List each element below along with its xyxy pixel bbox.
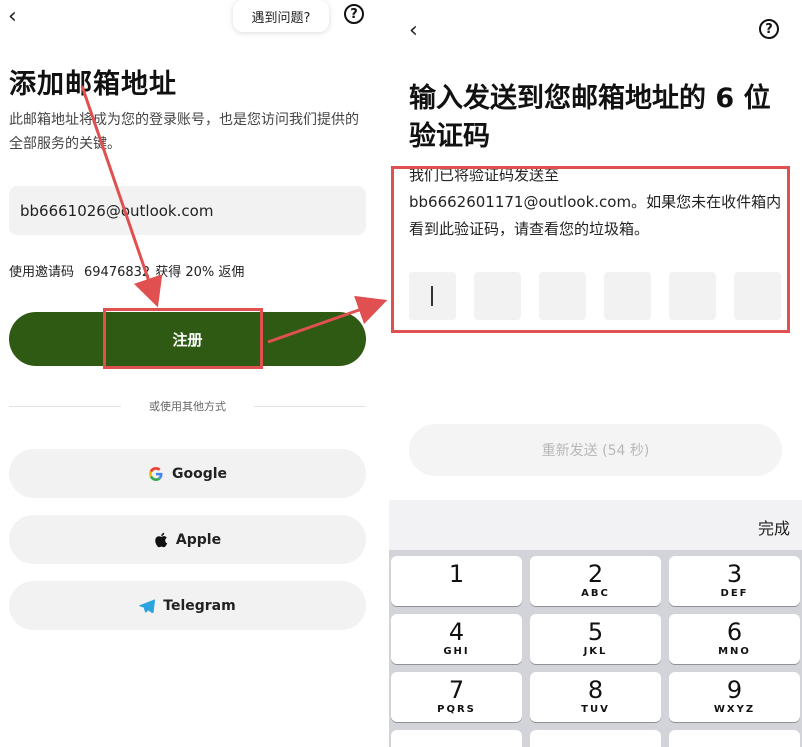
google-label: Google — [171, 465, 228, 482]
key-7[interactable]: 7 PQRS — [391, 672, 522, 722]
highlight-box-code — [391, 166, 790, 333]
key-delete[interactable] — [669, 730, 800, 747]
resend-button[interactable]: 重新发送 (54 秒) — [409, 424, 782, 476]
invite-code-row[interactable]: 使用邀请码 69476832 获得 20% 返佣 — [9, 261, 244, 280]
back-chevron-icon[interactable]: ‹ — [8, 4, 28, 29]
google-icon — [148, 466, 164, 482]
page-title: 添加邮箱地址 — [9, 69, 177, 100]
key-6[interactable]: 6 MNO — [669, 614, 800, 664]
highlight-box-register — [103, 308, 263, 369]
key-8[interactable]: 8 TUV — [530, 672, 661, 722]
apple-login-button[interactable]: Apple — [9, 515, 366, 564]
telegram-label: Telegram — [163, 597, 236, 614]
page-title: 输入发送到您邮箱地址的 6 位验证码 — [409, 83, 771, 152]
email-input[interactable]: bb6661026@outlook.com — [9, 186, 366, 235]
question-circle-icon[interactable]: ? — [759, 19, 779, 39]
key-3[interactable]: 3 DEF — [669, 556, 800, 606]
invite-reward: 获得 20% 返佣 — [155, 265, 245, 280]
keyboard-toolbar: 完成 — [389, 500, 802, 550]
back-chevron-icon[interactable]: ‹ — [409, 18, 418, 43]
key-4[interactable]: 4 GHI — [391, 614, 522, 664]
telegram-login-button[interactable]: Telegram — [9, 581, 366, 630]
question-circle-icon[interactable]: ? — [344, 4, 364, 24]
screenshot-root: ‹ 遇到问题? ? 添加邮箱地址 此邮箱地址将成为您的登录账号，也是您访问我们提… — [0, 0, 802, 747]
help-bubble[interactable]: 遇到问题? — [233, 0, 329, 32]
key-2[interactable]: 2 ABC — [530, 556, 661, 606]
key-1[interactable]: 1 — [391, 556, 522, 606]
invite-label: 使用邀请码 — [9, 265, 75, 280]
key-blank — [391, 730, 522, 747]
keyboard-done-button[interactable]: 完成 — [758, 515, 790, 539]
google-login-button[interactable]: Google — [9, 449, 366, 498]
key-5[interactable]: 5 JKL — [530, 614, 661, 664]
apple-icon — [154, 532, 168, 548]
verify-code-screen: ‹ ? 输入发送到您邮箱地址的 6 位验证码 我们已将验证码发送至 bb6662… — [389, 0, 802, 747]
apple-label: Apple — [175, 531, 222, 548]
key-0[interactable] — [530, 730, 661, 747]
page-description: 此邮箱地址将成为您的登录账号，也是您访问我们提供的全部服务的关键。 — [9, 112, 359, 152]
key-9[interactable]: 9 WXYZ — [669, 672, 800, 722]
numeric-keyboard: 完成 1 2 ABC 3 DEF 4 GHI 5 JKL 6 MNO 7 PQRS 8 TUV… — [389, 500, 802, 747]
invite-code: 69476832 — [84, 265, 151, 280]
divider: 或使用其他方式 — [9, 400, 366, 413]
add-email-screen: ‹ 遇到问题? ? 添加邮箱地址 此邮箱地址将成为您的登录账号，也是您访问我们提… — [0, 0, 381, 747]
telegram-icon — [139, 598, 156, 613]
